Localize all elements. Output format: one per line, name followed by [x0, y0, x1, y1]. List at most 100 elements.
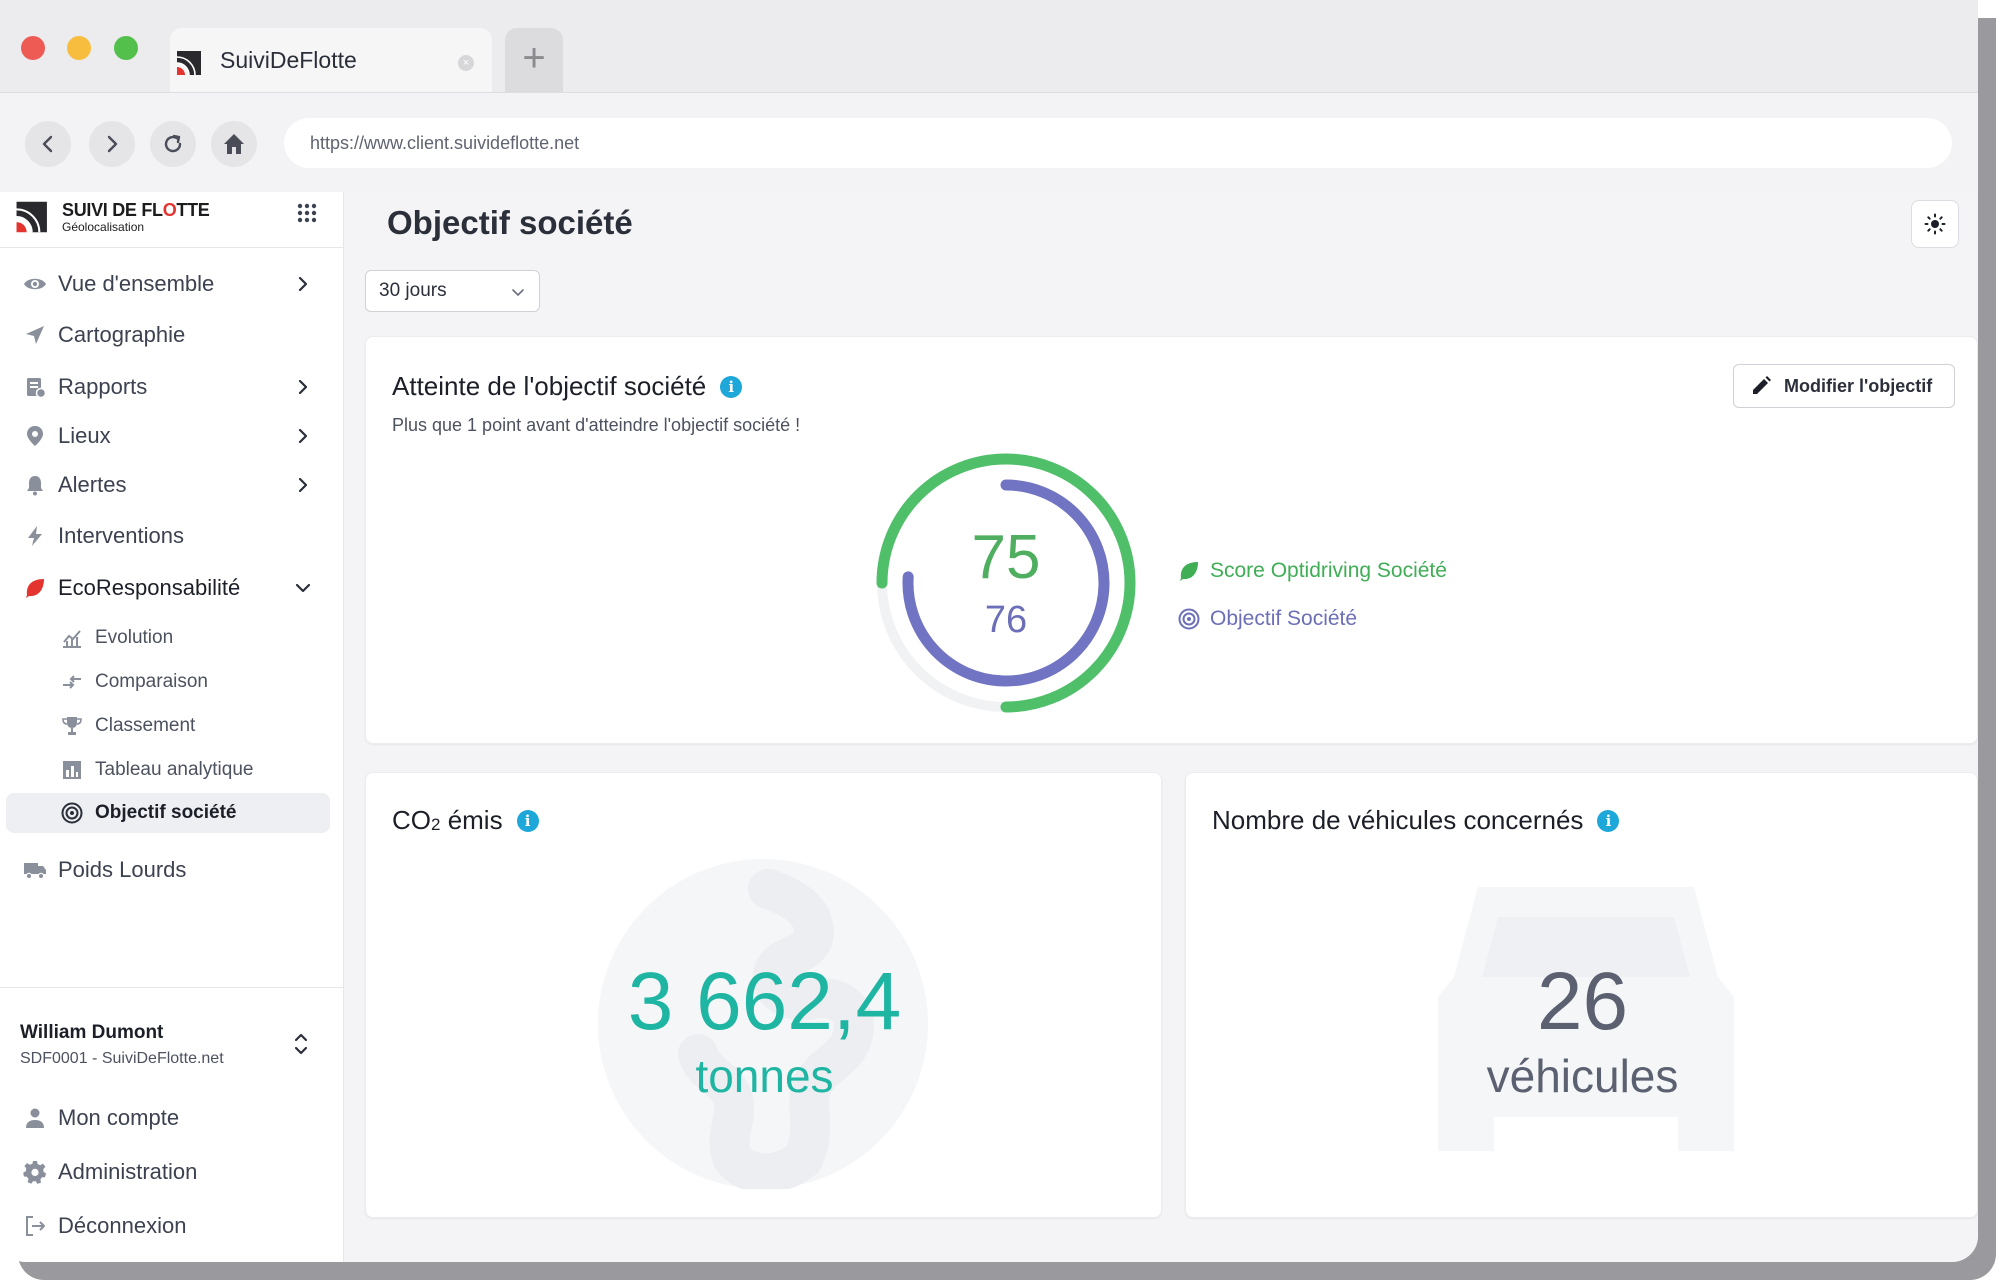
minimize-window-button[interactable]	[67, 36, 91, 60]
user-name: William Dumont	[20, 1022, 164, 1043]
navigation-arrow-icon	[22, 322, 48, 348]
leaf-icon	[1180, 562, 1198, 581]
co2-card: CO 2 émis i 3 662,4 tonnes	[365, 772, 1162, 1218]
bell-icon	[22, 472, 48, 498]
sun-icon	[1924, 213, 1946, 235]
sidebar-item-ecoresponsibility[interactable]: EcoResponsabilité	[6, 567, 330, 609]
sidebar-item-label: Rapports	[58, 374, 148, 399]
sidebar-subitem-label: Evolution	[95, 627, 174, 648]
sidebar-subitem-label: Comparaison	[95, 671, 208, 692]
home-icon	[224, 134, 244, 154]
chevron-right-icon	[298, 477, 308, 493]
leaf-icon	[22, 575, 48, 601]
chevron-left-icon	[42, 135, 53, 153]
browser-toolbar: https://www.client.suivideflotte.net	[0, 92, 1978, 192]
user-icon	[22, 1105, 48, 1131]
info-icon[interactable]: i	[516, 809, 539, 832]
theme-toggle-button[interactable]	[1911, 200, 1959, 248]
compare-arrows-icon	[60, 670, 84, 694]
sidebar-item-alerts[interactable]: Alertes	[6, 464, 330, 506]
chevron-down-icon	[512, 289, 524, 296]
sidebar-item-my-account[interactable]: Mon compte	[6, 1097, 330, 1139]
suivideflotte-logo-icon	[176, 51, 201, 76]
chevron-down-icon	[295, 583, 311, 593]
line-chart-icon	[60, 626, 84, 650]
target-icon	[1178, 608, 1200, 630]
sidebar-divider	[0, 987, 343, 988]
sidebar-item-cartography[interactable]: Cartographie	[6, 314, 330, 356]
main-content: Objectif société 30 jours Atteinte de l'…	[345, 192, 1978, 1262]
new-tab-button[interactable]: +	[505, 28, 563, 92]
target-value: 76	[984, 599, 1028, 641]
brand-name: SUIVI DE FLOTTE	[62, 200, 210, 220]
back-button[interactable]	[25, 121, 71, 167]
score-value: 75	[971, 523, 1041, 592]
objective-card-title: Atteinte de l'objectif société i	[392, 371, 743, 402]
sidebar-item-label: Alertes	[58, 472, 127, 497]
pencil-icon	[1753, 376, 1771, 394]
modify-objective-button[interactable]: Modifier l'objectif	[1733, 364, 1955, 408]
vehicles-card-title: Nombre de véhicules concernés i	[1212, 805, 1620, 836]
sidebar-item-overview[interactable]: Vue d'ensemble	[6, 263, 330, 305]
tab-strip: SuiviDeFlotte × +	[0, 0, 1978, 92]
sidebar-item-administration[interactable]: Administration	[6, 1151, 330, 1193]
period-select-value: 30 jours	[379, 280, 447, 301]
tab-title: SuiviDeFlotte	[220, 46, 357, 73]
co2-unit: tonnes	[695, 1050, 834, 1102]
sidebar-item-heavy-trucks[interactable]: Poids Lourds	[6, 849, 330, 891]
info-icon[interactable]: i	[720, 375, 743, 398]
sidebar-item-label: Lieux	[58, 423, 111, 448]
browser-tab[interactable]: SuiviDeFlotte ×	[170, 28, 492, 92]
sidebar-subitem-analytics-table[interactable]: Tableau analytique	[6, 750, 330, 790]
close-window-button[interactable]	[21, 36, 45, 60]
eye-icon	[22, 271, 48, 297]
sidebar: SUIVI DE FLOTTE Géolocalisation Vue d'en…	[0, 192, 344, 1262]
home-button[interactable]	[211, 121, 257, 167]
sidebar-subitem-evolution[interactable]: Evolution	[6, 618, 330, 658]
sidebar-subitem-ranking[interactable]: Classement	[6, 706, 330, 746]
vehicles-value: 26	[1536, 956, 1629, 1047]
sidebar-item-reports[interactable]: Rapports	[6, 366, 330, 408]
apps-grid-icon[interactable]	[296, 202, 318, 224]
sidebar-item-label: Mon compte	[58, 1105, 180, 1130]
trophy-icon	[60, 714, 84, 738]
target-icon	[60, 801, 84, 825]
chevron-right-icon	[107, 135, 118, 153]
bolt-icon	[22, 523, 48, 549]
chevron-right-icon	[298, 276, 308, 292]
brand-logo[interactable]: SUIVI DE FLOTTE Géolocalisation	[14, 194, 210, 240]
objective-card-subtitle: Plus que 1 point avant d'atteindre l'obj…	[392, 415, 801, 435]
address-bar[interactable]: https://www.client.suivideflotte.net	[284, 118, 1952, 168]
reload-button[interactable]	[150, 121, 196, 167]
page-title: Objectif société	[387, 204, 633, 241]
sidebar-item-label: Cartographie	[58, 322, 186, 347]
tab-close-icon[interactable]: ×	[458, 55, 474, 71]
browser-window: SuiviDeFlotte × + https://www.client.sui…	[0, 0, 1978, 1262]
objective-card: Atteinte de l'objectif société i Plus qu…	[365, 336, 1978, 744]
account-switch-icon[interactable]	[292, 1030, 310, 1058]
sidebar-subitem-label: Objectif société	[95, 802, 237, 823]
forward-button[interactable]	[89, 121, 135, 167]
legend-score: Score Optidriving Société	[1178, 559, 1447, 583]
maximize-window-button[interactable]	[114, 36, 138, 60]
sidebar-item-interventions[interactable]: Interventions	[6, 515, 330, 557]
sidebar-item-label: Déconnexion	[58, 1213, 187, 1238]
sidebar-subitem-comparison[interactable]: Comparaison	[6, 662, 330, 702]
co2-value: 3 662,4	[627, 956, 902, 1047]
sidebar-item-label: Administration	[58, 1159, 198, 1184]
sidebar-item-logout[interactable]: Déconnexion	[6, 1205, 330, 1247]
truck-icon	[22, 857, 48, 883]
vehicles-unit: véhicules	[1486, 1050, 1679, 1102]
info-icon[interactable]: i	[1597, 809, 1620, 832]
brand-subtitle: Géolocalisation	[62, 220, 145, 234]
logout-icon	[22, 1213, 48, 1239]
sidebar-item-label: Vue d'ensemble	[58, 271, 215, 296]
sidebar-item-places[interactable]: Lieux	[6, 415, 330, 457]
map-pin-icon	[22, 423, 48, 449]
gear-icon	[22, 1159, 48, 1185]
reload-icon	[164, 134, 182, 153]
period-select[interactable]: 30 jours	[365, 270, 540, 312]
user-organization: SDF0001 - SuiviDeFlotte.net	[20, 1050, 224, 1067]
sidebar-item-label: Poids Lourds	[58, 857, 187, 882]
sidebar-subitem-company-objective[interactable]: Objectif société	[6, 793, 330, 833]
